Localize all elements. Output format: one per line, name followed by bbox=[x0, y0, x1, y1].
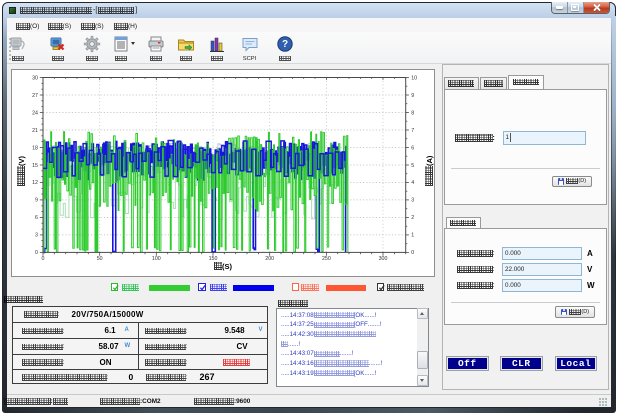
svg-text:50: 50 bbox=[97, 256, 103, 262]
svg-text:0: 0 bbox=[411, 250, 414, 256]
svg-text:8: 8 bbox=[411, 110, 414, 116]
svg-text:18: 18 bbox=[32, 145, 38, 151]
svg-text:27: 27 bbox=[32, 93, 38, 99]
svg-text:2: 2 bbox=[411, 215, 414, 221]
svg-text:21: 21 bbox=[32, 128, 38, 134]
svg-text:4: 4 bbox=[411, 180, 414, 186]
svg-text:1: 1 bbox=[411, 233, 414, 239]
svg-text:9: 9 bbox=[411, 93, 414, 99]
svg-text:250: 250 bbox=[322, 256, 331, 262]
svg-text:12: 12 bbox=[32, 180, 38, 186]
svg-text:0: 0 bbox=[42, 256, 45, 262]
svg-text:5: 5 bbox=[411, 163, 414, 169]
svg-text:10: 10 bbox=[411, 75, 417, 81]
svg-text:30: 30 bbox=[32, 75, 38, 81]
svg-text:15: 15 bbox=[32, 163, 38, 169]
svg-text:3: 3 bbox=[411, 198, 414, 204]
svg-text:200: 200 bbox=[265, 256, 274, 262]
svg-text:3: 3 bbox=[35, 233, 38, 239]
svg-text:100: 100 bbox=[152, 256, 161, 262]
svg-text:6: 6 bbox=[35, 215, 38, 221]
svg-text:?: ? bbox=[282, 39, 288, 50]
svg-text:7: 7 bbox=[411, 128, 414, 134]
svg-text:6: 6 bbox=[411, 145, 414, 151]
svg-text:24: 24 bbox=[32, 110, 38, 116]
svg-text:0: 0 bbox=[35, 250, 38, 256]
svg-text:9: 9 bbox=[35, 198, 38, 204]
svg-text:300: 300 bbox=[379, 256, 388, 262]
